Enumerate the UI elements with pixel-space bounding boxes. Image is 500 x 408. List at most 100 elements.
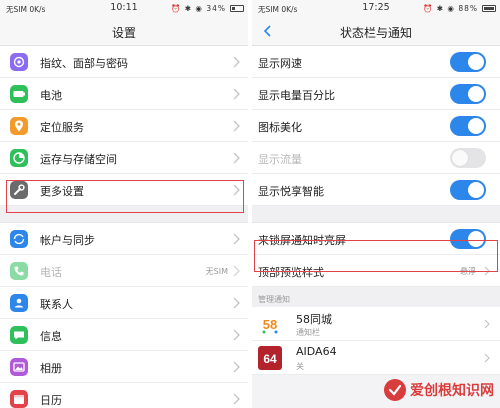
status-icons-text: ⏰ ✱ ◉ — [423, 4, 455, 13]
setting-show-battery-percentage: 显示电量百分比 — [252, 78, 500, 110]
settings-item-contacts[interactable]: 联系人 — [0, 287, 248, 319]
toggle-switch[interactable] — [450, 84, 486, 104]
app-notification-status: 关 — [296, 362, 304, 371]
setting-wake-on-lockscreen-notification: 来锁屏通知时亮屏 — [252, 223, 500, 255]
settings-item-location[interactable]: 定位服务 — [0, 110, 248, 142]
setting-label: 显示流量 — [258, 153, 302, 166]
toggle-switch[interactable] — [450, 116, 486, 136]
section-header-label: 管理通知 — [258, 295, 290, 304]
setting-label: 图标美化 — [258, 121, 302, 134]
chevron-right-icon — [233, 152, 240, 164]
setting-label: 顶部预览样式 — [258, 266, 324, 279]
chevron-right-icon — [233, 88, 240, 100]
battery-icon — [482, 5, 496, 12]
account-sync-icon — [10, 230, 28, 248]
settings-item-calendar[interactable]: 日历 — [0, 383, 248, 408]
chevron-right-icon — [233, 329, 240, 341]
watermark-text: 爱创根知识网 — [410, 383, 494, 399]
app-row-aida64[interactable]: 64 AIDA64 关 — [252, 341, 500, 375]
setting-label: 显示悦享智能 — [258, 185, 324, 198]
chevron-right-icon — [484, 319, 490, 329]
status-bar: 无SIM 0K/s 17:25 ⏰ ✱ ◉ 88% — [252, 0, 500, 16]
setting-top-preview-style[interactable]: 顶部预览样式 悬浮 — [252, 255, 500, 287]
watermark: 爱创根知识网 — [383, 378, 494, 402]
album-icon — [10, 358, 28, 376]
setting-label: 来锁屏通知时亮屏 — [258, 234, 346, 247]
chevron-right-icon — [484, 266, 490, 276]
top-preview-value: 悬浮 — [460, 267, 476, 276]
section-header: 管理通知 — [252, 287, 500, 307]
chevron-right-icon — [233, 233, 240, 245]
chevron-right-icon — [233, 393, 240, 405]
section-spacer — [0, 206, 248, 223]
contacts-icon — [10, 294, 28, 312]
settings-item-label: 电池 — [40, 89, 62, 102]
setting-show-smart-assist: 显示悦享智能 — [252, 174, 500, 206]
battery-icon — [10, 85, 28, 103]
settings-item-label: 运存与存储空间 — [40, 153, 117, 166]
svg-text:58: 58 — [263, 317, 277, 332]
toggle-switch[interactable] — [450, 52, 486, 72]
settings-item-phone[interactable]: 电话 无SIM — [0, 255, 248, 287]
app-58-icon: 58 — [258, 312, 282, 336]
chevron-right-icon — [233, 184, 240, 196]
settings-item-label: 相册 — [40, 362, 62, 375]
settings-item-battery[interactable]: 电池 — [0, 78, 248, 110]
settings-item-label: 指纹、面部与密码 — [40, 57, 128, 70]
settings-item-label: 信息 — [40, 330, 62, 343]
chevron-right-icon — [233, 297, 240, 309]
settings-item-label: 电话 — [40, 266, 62, 279]
settings-item-fingerprint[interactable]: 指纹、面部与密码 — [0, 46, 248, 78]
setting-show-data-usage: 显示流量 — [252, 142, 500, 174]
setting-show-network-speed: 显示网速 — [252, 46, 500, 78]
message-icon — [10, 326, 28, 344]
statusbar-toggle-list: 显示网速 显示电量百分比 图标美化 显示流量 显示悦享智能 — [252, 46, 500, 206]
settings-item-storage[interactable]: 运存与存储空间 — [0, 142, 248, 174]
chevron-right-icon — [233, 120, 240, 132]
section-spacer — [252, 206, 500, 223]
app-name: 58同城 — [296, 313, 332, 326]
phone-sim-status: 无SIM — [205, 267, 228, 276]
notification-settings-list: 来锁屏通知时亮屏 顶部预览样式 悬浮 — [252, 223, 500, 287]
settings-item-more-settings[interactable]: 更多设置 — [0, 174, 248, 206]
app-notification-list: 58 58同城 通知栏 64 AIDA64 关 — [252, 307, 500, 375]
app-row-58[interactable]: 58 58同城 通知栏 — [252, 307, 500, 341]
setting-icon-beautify: 图标美化 — [252, 110, 500, 142]
status-bar-notifications-pane: 无SIM 0K/s 17:25 ⏰ ✱ ◉ 88% 状态栏与通知 显示网速 显示… — [252, 0, 500, 408]
settings-pane: 无SIM 0K/s 10:11 ⏰ ✱ ◉ 34% 设置 指纹、面部与密码 电池… — [0, 0, 248, 408]
battery-icon — [230, 5, 244, 12]
page-title: 设置 — [111, 26, 136, 40]
calendar-icon — [10, 390, 28, 408]
app-notification-status: 通知栏 — [296, 328, 320, 337]
setting-label: 显示电量百分比 — [258, 89, 335, 102]
chevron-right-icon — [233, 56, 240, 68]
settings-item-label: 帐户与同步 — [40, 234, 95, 247]
storage-icon — [10, 149, 28, 167]
title-bar: 状态栏与通知 — [252, 16, 500, 46]
chevron-right-icon — [233, 265, 240, 277]
settings-item-accounts-sync[interactable]: 帐户与同步 — [0, 223, 248, 255]
status-bar: 无SIM 0K/s 10:11 ⏰ ✱ ◉ 34% — [0, 0, 248, 16]
app-name: AIDA64 — [296, 345, 337, 358]
settings-item-label: 定位服务 — [40, 121, 84, 134]
page-title: 状态栏与通知 — [339, 26, 412, 40]
watermark-logo-icon — [384, 379, 406, 401]
status-icons: ⏰ ✱ ◉ 88% — [423, 4, 478, 13]
app-aida64-icon: 64 — [258, 346, 282, 370]
settings-item-label: 更多设置 — [40, 185, 84, 198]
settings-group-1: 指纹、面部与密码 电池 定位服务 运存与存储空间 更多设置 — [0, 46, 248, 206]
battery-percent: 88% — [458, 4, 478, 13]
settings-group-2: 帐户与同步 电话 无SIM 联系人 信息 相册 日历 — [0, 223, 248, 408]
chevron-right-icon — [484, 353, 490, 363]
toggle-switch[interactable] — [450, 229, 486, 249]
battery-percent: 34% — [206, 4, 226, 13]
status-icons-text: ⏰ ✱ ◉ — [171, 4, 203, 13]
title-bar: 设置 — [0, 16, 248, 46]
settings-item-label: 日历 — [40, 394, 62, 407]
toggle-switch[interactable] — [450, 180, 486, 200]
location-icon — [10, 117, 28, 135]
settings-item-messages[interactable]: 信息 — [0, 319, 248, 351]
settings-item-label: 联系人 — [40, 298, 73, 311]
settings-item-album[interactable]: 相册 — [0, 351, 248, 383]
wrench-icon — [10, 181, 28, 199]
